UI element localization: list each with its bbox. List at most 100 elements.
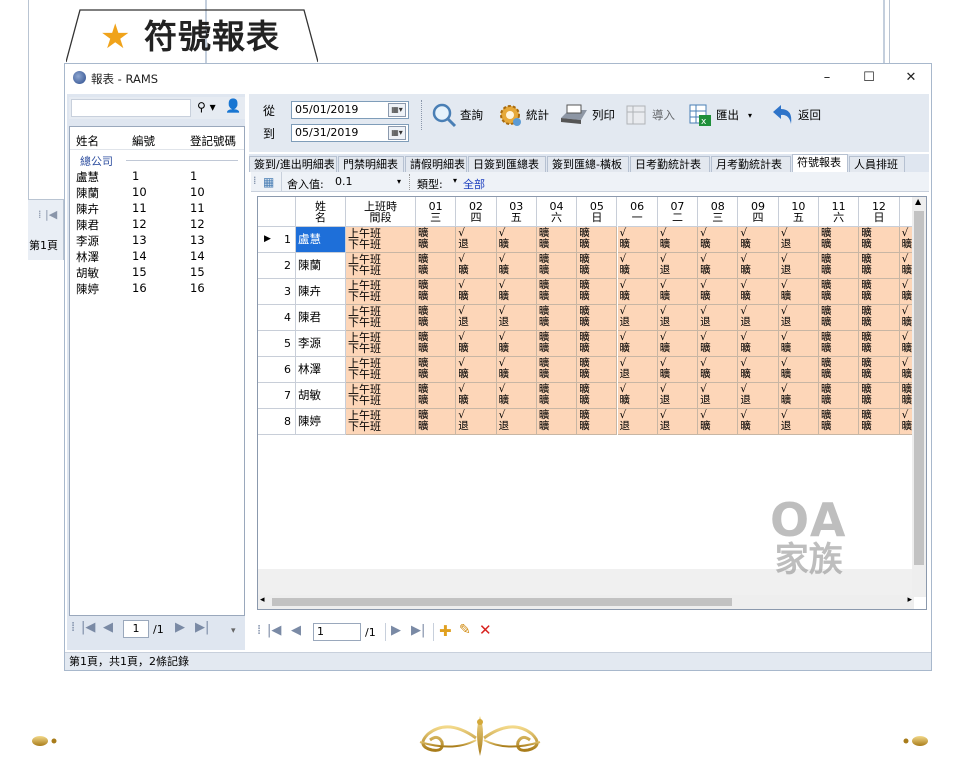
horizontal-scroll-thumb[interactable] bbox=[272, 598, 732, 606]
tab-8[interactable]: 符號報表 bbox=[792, 154, 848, 172]
attendance-symbol-cell[interactable]: √ 曠 bbox=[496, 331, 537, 357]
attendance-symbol-cell[interactable]: √ 退 bbox=[657, 383, 699, 409]
attendance-symbol-cell[interactable]: 曠 曠 bbox=[859, 409, 900, 435]
attendance-symbol-cell[interactable]: √ 曠 bbox=[496, 279, 537, 305]
attendance-symbol-cell[interactable]: √ 曠 bbox=[738, 331, 779, 357]
attendance-symbol-cell[interactable]: 曠 曠 bbox=[577, 357, 618, 383]
attendance-symbol-cell[interactable]: √ 曠 bbox=[456, 279, 497, 305]
attendance-symbol-cell[interactable]: √ 曠 bbox=[778, 331, 819, 357]
scroll-right-icon[interactable]: ▸ bbox=[907, 595, 912, 605]
attendance-symbol-cell[interactable]: √ 退 bbox=[496, 305, 537, 331]
attendance-symbol-cell[interactable]: √ 退 bbox=[456, 409, 497, 435]
header-name[interactable]: 姓 名 bbox=[296, 197, 346, 227]
shift-cell[interactable]: 上午班 下午班 bbox=[346, 253, 416, 279]
header-day[interactable]: 06 一 bbox=[617, 197, 658, 227]
export-dropdown-icon[interactable]: ▾ bbox=[748, 111, 752, 120]
employee-row[interactable]: 胡敏 15 15 bbox=[70, 265, 244, 281]
header-day[interactable]: 02 四 bbox=[456, 197, 497, 227]
attendance-symbol-cell[interactable]: 曠 曠 bbox=[859, 305, 900, 331]
attendance-symbol-cell[interactable]: √ 退 bbox=[778, 253, 819, 279]
tab-2[interactable]: 門禁明細表 bbox=[338, 156, 404, 172]
attendance-symbol-cell[interactable]: √ 曠 bbox=[617, 253, 658, 279]
shift-cell[interactable]: 上午班 下午班 bbox=[346, 357, 416, 383]
row-number[interactable]: 3 bbox=[258, 279, 296, 305]
attendance-symbol-cell[interactable]: √ 退 bbox=[617, 357, 658, 383]
attendance-symbol-cell[interactable]: 曠 曠 bbox=[577, 227, 618, 253]
attendance-symbol-cell[interactable]: √ 退 bbox=[738, 305, 779, 331]
attendance-symbol-cell[interactable]: 曠 曠 bbox=[416, 253, 457, 279]
first-page-icon[interactable]: |◀ bbox=[267, 623, 281, 638]
prev-page-icon[interactable]: ◀ bbox=[103, 620, 113, 635]
header-day[interactable]: 09 四 bbox=[738, 197, 779, 227]
stats-button[interactable]: 統計 bbox=[497, 100, 549, 130]
column-header-id[interactable]: 編號 bbox=[132, 133, 155, 149]
attendance-symbol-cell[interactable]: 曠 曠 bbox=[536, 383, 578, 409]
attendance-symbol-cell[interactable]: √ 退 bbox=[778, 409, 819, 435]
shift-cell[interactable]: 上午班 下午班 bbox=[346, 279, 416, 305]
attendance-symbol-cell[interactable]: 曠 曠 bbox=[859, 357, 900, 383]
search-icon[interactable]: ⚲ ▾ bbox=[197, 100, 216, 114]
attendance-symbol-cell[interactable]: √ 曠 bbox=[617, 383, 658, 409]
attendance-symbol-cell[interactable]: √ 退 bbox=[698, 383, 739, 409]
attendance-symbol-cell[interactable]: √ 曠 bbox=[738, 227, 779, 253]
employee-row[interactable]: 陳卉 11 11 bbox=[70, 201, 244, 217]
query-button[interactable]: 查詢 bbox=[431, 100, 483, 130]
row-number[interactable]: 7 bbox=[258, 383, 296, 409]
attendance-symbol-cell[interactable]: √ 曠 bbox=[456, 331, 497, 357]
edit-icon[interactable]: ✎ bbox=[459, 622, 471, 638]
attendance-symbol-cell[interactable]: 曠 曠 bbox=[536, 305, 578, 331]
attendance-symbol-cell[interactable]: 曠 曠 bbox=[416, 279, 457, 305]
employee-row[interactable]: 林澤 14 14 bbox=[70, 249, 244, 265]
pager-menu-icon[interactable]: ▾ bbox=[231, 626, 236, 636]
attendance-symbol-cell[interactable]: 曠 曠 bbox=[859, 279, 900, 305]
attendance-symbol-cell[interactable]: √ 曠 bbox=[617, 279, 658, 305]
attendance-symbol-cell[interactable]: 曠 曠 bbox=[536, 253, 578, 279]
print-button[interactable]: 列印 bbox=[559, 100, 615, 130]
column-header-reg[interactable]: 登記號碼 bbox=[190, 133, 236, 149]
header-day[interactable]: 11 六 bbox=[819, 197, 860, 227]
header-day[interactable]: 03 五 bbox=[496, 197, 537, 227]
shift-cell[interactable]: 上午班 下午班 bbox=[346, 305, 416, 331]
type-value[interactable]: 全部 bbox=[463, 176, 485, 192]
attendance-symbol-cell[interactable]: 曠 曠 bbox=[416, 331, 457, 357]
attendance-symbol-cell[interactable]: √ 曠 bbox=[738, 357, 779, 383]
shift-cell[interactable]: 上午班 下午班 bbox=[346, 409, 416, 435]
shift-cell[interactable]: 上午班 下午班 bbox=[346, 383, 416, 409]
header-day[interactable]: 12 日 bbox=[859, 197, 900, 227]
attendance-symbol-cell[interactable]: √ 退 bbox=[778, 305, 819, 331]
grid-layout-icon[interactable]: ▦ bbox=[263, 175, 274, 189]
attendance-symbol-cell[interactable]: 曠 曠 bbox=[416, 383, 457, 409]
attendance-symbol-cell[interactable]: √ 曠 bbox=[698, 227, 739, 253]
attendance-symbol-cell[interactable]: 曠 曠 bbox=[577, 279, 618, 305]
maximize-button[interactable]: ☐ bbox=[855, 68, 883, 88]
attendance-symbol-cell[interactable]: √ 曠 bbox=[456, 253, 497, 279]
scroll-up-icon[interactable]: ▲ bbox=[915, 197, 921, 206]
back-button[interactable]: 返回 bbox=[769, 100, 821, 130]
minimize-button[interactable]: – bbox=[813, 68, 841, 88]
attendance-symbol-cell[interactable]: 曠 曠 bbox=[859, 331, 900, 357]
attendance-symbol-cell[interactable]: √ 退 bbox=[698, 305, 739, 331]
employee-name-cell[interactable]: 陳蘭 bbox=[296, 253, 346, 279]
tab-4[interactable]: 日簽到匯總表 bbox=[468, 156, 546, 172]
tab-5[interactable]: 簽到匯總-橫板 bbox=[547, 156, 629, 172]
last-page-icon[interactable]: ▶| bbox=[195, 620, 209, 635]
employee-row[interactable]: 陳婷 16 16 bbox=[70, 281, 244, 297]
tab-9[interactable]: 人員排班 bbox=[849, 156, 905, 172]
export-button[interactable]: x 匯出 ▾ bbox=[687, 100, 752, 130]
attendance-symbol-cell[interactable]: 曠 曠 bbox=[819, 409, 860, 435]
attendance-symbol-cell[interactable]: √ 退 bbox=[496, 409, 537, 435]
attendance-symbol-cell[interactable]: √ 曠 bbox=[617, 331, 658, 357]
prev-page-icon[interactable]: ◀ bbox=[291, 623, 301, 638]
column-header-name[interactable]: 姓名 bbox=[76, 133, 99, 149]
attendance-symbol-cell[interactable]: 曠 曠 bbox=[577, 253, 618, 279]
scroll-left-icon[interactable]: ◂ bbox=[260, 595, 265, 605]
tab-1[interactable]: 簽到/進出明細表 bbox=[249, 156, 337, 172]
attendance-symbol-cell[interactable]: 曠 曠 bbox=[819, 331, 860, 357]
attendance-symbol-cell[interactable]: √ 曠 bbox=[456, 383, 497, 409]
tab-3[interactable]: 請假明細表 bbox=[405, 156, 467, 172]
tab-7[interactable]: 月考勤統計表 bbox=[711, 156, 791, 172]
attendance-symbol-cell[interactable]: √ 曠 bbox=[456, 357, 497, 383]
vertical-scroll-thumb[interactable] bbox=[914, 211, 924, 565]
round-select[interactable]: 0.1 ▾ bbox=[333, 174, 403, 190]
row-number[interactable]: 8 bbox=[258, 409, 296, 435]
